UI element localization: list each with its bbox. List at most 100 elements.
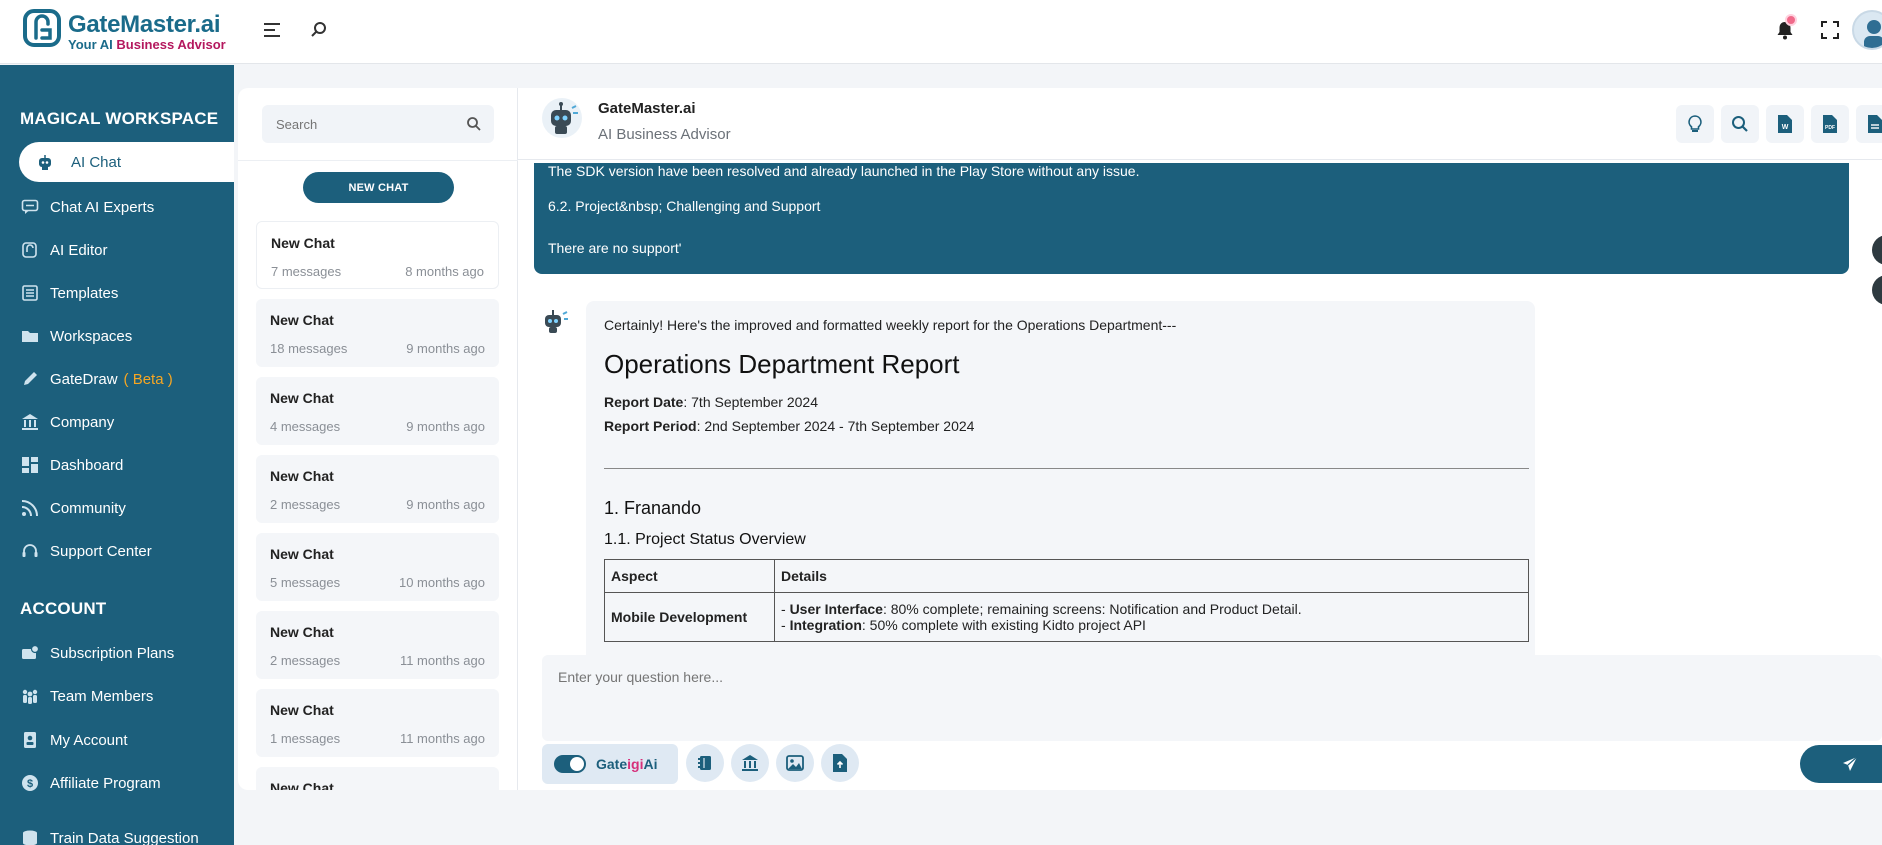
chat-age: 8 months ago: [405, 264, 484, 279]
text-file-icon: [1868, 115, 1882, 133]
gatedigi-ai-toggle[interactable]: GateigiAi: [542, 744, 678, 784]
chat-list-item[interactable]: New Chat 2 messages 11 months ago: [256, 611, 499, 679]
question-input[interactable]: [542, 655, 1882, 741]
sidebar-item-label: GateDraw: [50, 370, 118, 388]
plans-icon: [20, 643, 40, 663]
sidebar-item-dashboard[interactable]: Dashboard: [0, 445, 234, 485]
database-icon: [20, 828, 40, 845]
robot-icon: [35, 152, 55, 172]
sidebar-item-ai-chat[interactable]: AI Chat: [19, 142, 234, 182]
sidebar-item-gatedraw[interactable]: GateDraw ( Beta ): [0, 359, 234, 399]
sidebar-item-workspaces[interactable]: Workspaces: [0, 316, 234, 356]
export-text-button[interactable]: [1856, 105, 1882, 143]
sidebar-item-label: Dashboard: [50, 456, 124, 474]
sidebar-item-label: AI Editor: [50, 241, 108, 259]
sidebar-item-ai-editor[interactable]: AI Editor: [0, 230, 234, 270]
robot-icon: [551, 102, 578, 134]
export-pdf-button[interactable]: PDF: [1811, 105, 1849, 143]
rss-icon: [20, 498, 40, 518]
dollar-icon: $: [20, 773, 40, 793]
sidebar-item-chat-ai-experts[interactable]: Chat AI Experts: [0, 187, 234, 227]
sidebar-item-train-data-suggestion[interactable]: Train Data Suggestion: [0, 818, 234, 845]
sidebar-item-label: Workspaces: [50, 327, 133, 345]
file-upload-icon: [833, 754, 847, 772]
chat-list-item[interactable]: New Chat: [256, 767, 499, 790]
chat-list-item[interactable]: New Chat 18 messages 9 months ago: [256, 299, 499, 367]
menu-toggle-button[interactable]: [261, 18, 285, 42]
company-button[interactable]: [731, 744, 769, 782]
bot-intro: Certainly! Here's the improved and forma…: [604, 317, 1177, 333]
chat-age: 9 months ago: [406, 419, 485, 434]
sidebar-item-my-account[interactable]: My Account: [0, 720, 234, 760]
sidebar: MAGICAL WORKSPACE AI Chat Chat AI Expert…: [0, 65, 234, 845]
user-message-line: There are no support': [548, 240, 682, 256]
brand-logo[interactable]: GateMaster.ai Your AI Business Advisor: [22, 8, 226, 52]
chat-age: 10 months ago: [398, 575, 485, 590]
subsection-heading: 1.1. Project Status Overview: [604, 531, 806, 548]
attach-file-button[interactable]: [821, 744, 859, 782]
image-icon: [786, 755, 804, 771]
sidebar-item-company[interactable]: Company: [0, 402, 234, 442]
chat-list-item[interactable]: New Chat 5 messages 10 months ago: [256, 533, 499, 601]
chat-list-item[interactable]: New Chat 4 messages 9 months ago: [256, 377, 499, 445]
sidebar-item-subscription-plans[interactable]: Subscription Plans: [0, 633, 234, 673]
new-chat-button[interactable]: NEW CHAT: [303, 172, 454, 203]
table-row: Mobile Development - User Interface: 80%…: [604, 592, 1529, 642]
user-message: The SDK version have been resolved and a…: [534, 163, 1849, 274]
table-cell: - User Interface: 80% complete; remainin…: [774, 592, 1529, 642]
send-button[interactable]: [1800, 745, 1882, 783]
bot-message-avatar: [545, 310, 568, 333]
global-search-button[interactable]: [307, 18, 331, 42]
chat-title: New Chat: [271, 235, 335, 251]
workspace-heading: MAGICAL WORKSPACE: [20, 109, 219, 128]
sidebar-item-label: Team Members: [50, 687, 154, 705]
logo-mark-icon: [23, 9, 61, 47]
toggle-switch[interactable]: [554, 755, 586, 773]
sidebar-item-team-members[interactable]: Team Members: [0, 676, 234, 716]
beta-badge: ( Beta ): [123, 370, 173, 388]
chat-message-count: 2 messages: [270, 653, 341, 668]
chat-list-item[interactable]: New Chat 2 messages 9 months ago: [256, 455, 499, 523]
paper-plane-icon: [1843, 756, 1858, 771]
user-message-line: 6.2. Project&nbsp; Challenging and Suppo…: [548, 198, 821, 214]
sidebar-item-label: AI Chat: [71, 153, 122, 171]
search-icon[interactable]: [466, 116, 482, 132]
notebook-icon: [698, 756, 711, 770]
sidebar-item-community[interactable]: Community: [0, 488, 234, 528]
message-thread: The SDK version have been resolved and a…: [518, 161, 1882, 721]
chat-message-count: 4 messages: [270, 419, 341, 434]
chat-list-item[interactable]: New Chat 1 messages 11 months ago: [256, 689, 499, 757]
brand-name: GateMaster.ai: [68, 11, 221, 38]
user-avatar[interactable]: [1852, 10, 1882, 50]
chat-age: 9 months ago: [406, 341, 485, 356]
sidebar-item-templates[interactable]: Templates: [0, 273, 234, 313]
chat-list-panel: NEW CHAT New Chat 7 messages 8 months ag…: [238, 88, 518, 790]
search-messages-button[interactable]: [1721, 105, 1759, 143]
chat-list-item[interactable]: New Chat 7 messages 8 months ago: [256, 221, 499, 289]
table-header: Details: [774, 559, 1529, 593]
image-button[interactable]: [776, 744, 814, 782]
notebook-button[interactable]: [686, 744, 724, 782]
report-date: Report Date: 7th September 2024: [604, 394, 819, 410]
sidebar-item-label: Templates: [50, 284, 119, 302]
export-word-button[interactable]: W: [1766, 105, 1804, 143]
chat-age: 11 months ago: [399, 731, 485, 746]
table-header: Aspect: [604, 559, 775, 593]
sidebar-item-affiliate-program[interactable]: $ Affiliate Program: [0, 763, 234, 803]
chat-message-count: 1 messages: [270, 731, 341, 746]
templates-icon: [20, 283, 40, 303]
table-header-row: Aspect Details: [604, 559, 1529, 593]
menu-icon: [264, 23, 280, 37]
top-bar: GateMaster.ai Your AI Business Advisor: [0, 0, 1882, 64]
sidebar-item-label: Affiliate Program: [50, 774, 161, 792]
sidebar-item-support-center[interactable]: Support Center: [0, 531, 234, 571]
bot-avatar: [542, 98, 582, 138]
chat-search-input[interactable]: [262, 105, 494, 143]
chat-title: New Chat: [270, 390, 334, 406]
chat-icon: [20, 197, 40, 217]
report-period: Report Period: 2nd September 2024 - 7th …: [604, 418, 975, 434]
chat-title: New Chat: [270, 312, 334, 328]
suggestions-button[interactable]: [1676, 105, 1714, 143]
search-icon: [311, 22, 326, 37]
fullscreen-button[interactable]: [1818, 18, 1842, 42]
